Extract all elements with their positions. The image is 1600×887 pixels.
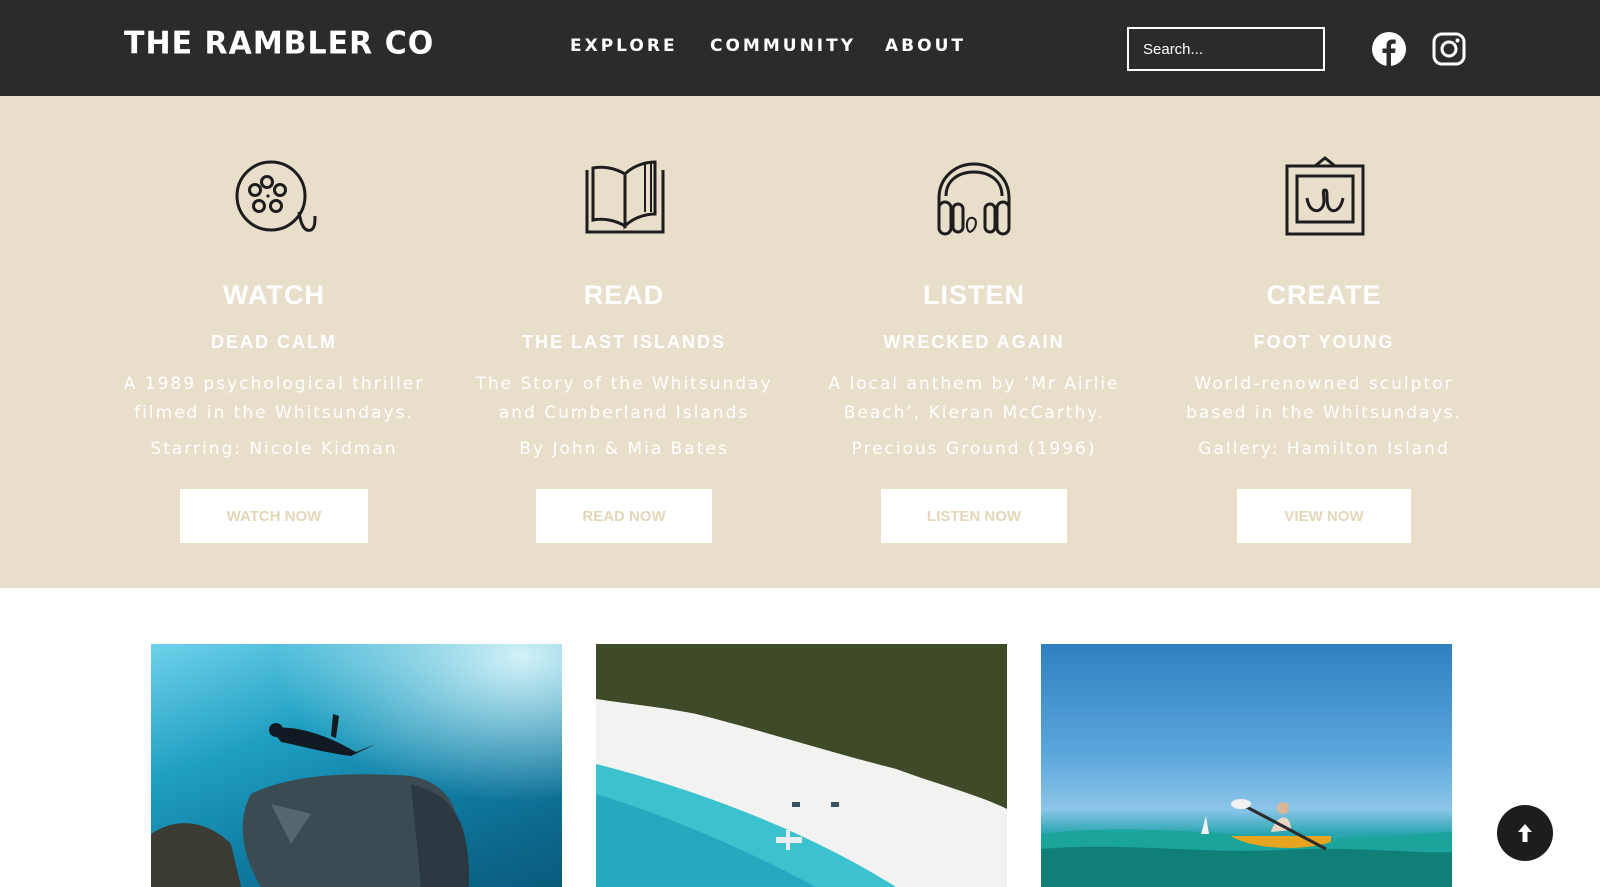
headphones-icon (929, 156, 1019, 240)
feature-title: THE LAST ISLANDS (521, 332, 726, 352)
feature-category: WATCH (223, 280, 325, 310)
feature-title: FOOT YOUNG (1253, 332, 1395, 352)
nav-about[interactable]: ABOUT (885, 36, 966, 56)
feature-description: A local anthem by ‘Mr Airlie Beach’, Kie… (828, 374, 1120, 423)
beach-aerial-photo[interactable] (596, 644, 1007, 887)
feature-category: READ (583, 280, 665, 310)
nav-explore[interactable]: EXPLORE (570, 36, 678, 56)
view-now-button[interactable]: VIEW NOW (1237, 489, 1411, 543)
underwater-sculpture-photo[interactable] (151, 644, 562, 887)
framed-art-icon (1279, 156, 1369, 240)
feature-description: The Story of the Whitsunday and Cumberla… (475, 374, 773, 423)
feature-title: WRECKED AGAIN (883, 332, 1065, 352)
site-header: THE RAMBLER CO EXPLORE COMMUNITY ABOUT (0, 0, 1600, 96)
feature-description: World-renowned sculptor based in the Whi… (1186, 374, 1462, 423)
feature-category: CREATE (1266, 280, 1382, 310)
back-to-top-button[interactable] (1497, 805, 1553, 861)
facebook-icon[interactable] (1371, 31, 1407, 67)
feature-detail: Starring: Nicole Kidman (150, 439, 398, 459)
search-input[interactable] (1127, 27, 1325, 71)
open-book-icon (579, 156, 669, 240)
instagram-icon[interactable] (1431, 31, 1467, 67)
nav-community[interactable]: COMMUNITY (710, 36, 856, 56)
kayaker-photo[interactable] (1041, 644, 1452, 887)
feature-detail: Gallery: Hamilton Island (1198, 439, 1450, 459)
feature-description: A 1989 psychological thriller filmed in … (123, 374, 425, 423)
features-band: WATCH DEAD CALM A 1989 psychological thr… (0, 96, 1600, 588)
film-reel-icon (229, 156, 319, 240)
feature-title: DEAD CALM (211, 332, 337, 352)
feature-category: LISTEN (922, 280, 1025, 310)
listen-now-button[interactable]: LISTEN NOW (881, 489, 1067, 543)
read-now-button[interactable]: READ NOW (536, 489, 712, 543)
arrow-up-icon (1518, 824, 1532, 842)
watch-now-button[interactable]: WATCH NOW (180, 489, 368, 543)
site-logo[interactable]: THE RAMBLER CO (124, 25, 434, 62)
feature-detail: By John & Mia Bates (519, 439, 729, 459)
feature-detail: Precious Ground (1996) (851, 439, 1097, 459)
